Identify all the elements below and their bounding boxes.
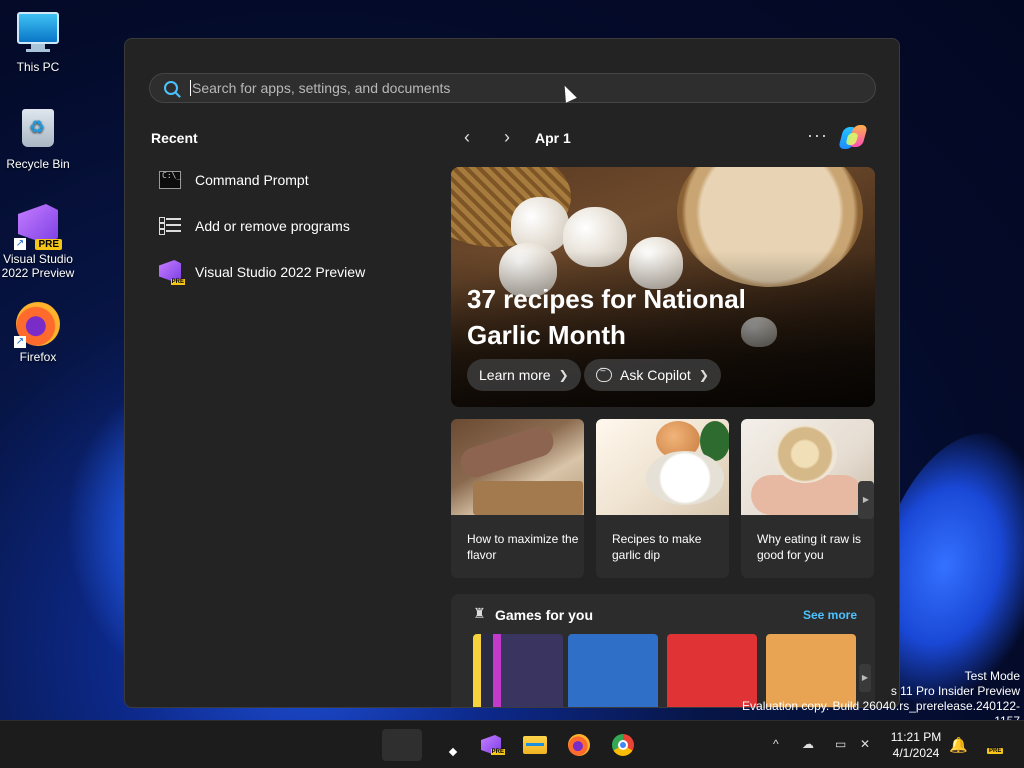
desktop-icon-label: Recycle Bin — [6, 157, 70, 171]
shortcut-arrow-icon: ↗ — [14, 238, 26, 250]
article-image — [451, 419, 584, 515]
previous-day-button[interactable]: ‹ — [457, 127, 477, 148]
watermark-line: Test Mode — [964, 669, 1020, 683]
show-hidden-icons-button[interactable]: ^ — [773, 737, 779, 751]
hero-card[interactable]: 37 recipes for National Garlic Month Lea… — [451, 167, 875, 407]
learn-more-button[interactable]: Learn more ❯ — [467, 359, 581, 391]
desktop-icon-firefox[interactable]: ↗ Firefox — [0, 302, 76, 364]
taskbar: PRE ^ ☁ ▭ ✕ 11:21 PM 4/1/2024 🔔 PRE — [0, 720, 1024, 768]
watermark-line: s 11 Pro Insider Preview — [890, 684, 1020, 698]
game-pieces-icon: ♜ — [473, 605, 486, 621]
article-image — [596, 419, 729, 515]
recycle-bin-icon — [16, 109, 60, 153]
recent-item-command-prompt[interactable]: C:\_ Command Prompt — [159, 164, 309, 196]
article-image — [741, 419, 874, 515]
search-input[interactable]: Search for apps, settings, and documents — [149, 73, 876, 103]
list-settings-icon — [159, 214, 183, 238]
desktop-icon-recycle-bin[interactable]: Recycle Bin — [0, 106, 76, 171]
notification-bell-icon[interactable]: 🔔 — [949, 736, 968, 754]
article-caption: Recipes to make garlic dip — [612, 532, 702, 562]
desktop-icon-this-pc[interactable]: This PC — [0, 10, 76, 74]
visual-studio-icon: PRE ↗ — [14, 204, 62, 250]
text-caret — [190, 80, 191, 96]
article-caption: Why eating it raw is good for you — [757, 532, 862, 562]
more-options-button[interactable]: ··· — [807, 125, 828, 146]
chat-bubble-icon — [596, 365, 612, 382]
clock-date: 4/1/2024 — [892, 746, 940, 760]
recent-title: Recent — [151, 130, 198, 146]
article-card[interactable]: Why eating it raw is good for you — [741, 419, 874, 578]
desktop-icon-label: Firefox — [19, 350, 57, 364]
firefox-icon: ↗ — [14, 302, 60, 348]
see-more-link[interactable]: See more — [803, 608, 857, 622]
recent-item-add-remove-programs[interactable]: Add or remove programs — [159, 210, 350, 242]
visual-studio-icon: PRE — [159, 260, 185, 285]
start-button[interactable] — [382, 729, 422, 761]
hero-headline: 37 recipes for National Garlic Month — [467, 284, 746, 350]
recent-item-visual-studio[interactable]: PRE Visual Studio 2022 Preview — [159, 256, 365, 288]
ask-copilot-button[interactable]: Ask Copilot❯ — [584, 359, 721, 391]
pre-badge: PRE — [35, 239, 62, 250]
cloud-offline-icon[interactable]: ☁ — [802, 737, 814, 751]
games-title: Games for you — [495, 607, 594, 623]
game-tile[interactable] — [568, 634, 658, 707]
taskbar-firefox[interactable] — [559, 729, 599, 761]
taskbar-chrome[interactable] — [603, 729, 643, 761]
desktop-icon-label: Visual Studio 2022 Preview — [1, 252, 75, 280]
pre-badge: PRE — [987, 748, 1004, 754]
copilot-icon[interactable] — [838, 123, 869, 151]
cursor-marker-icon — [448, 747, 458, 757]
cards-scroll-right-button[interactable]: ▶ — [858, 481, 874, 519]
clock-time: 11:21 PM — [890, 730, 942, 744]
shortcut-arrow-icon: ↗ — [14, 336, 26, 348]
recent-item-label: Visual Studio 2022 Preview — [195, 264, 366, 280]
recent-item-label: Command Prompt — [195, 172, 309, 188]
search-icon — [164, 81, 178, 95]
desktop-icon-visual-studio[interactable]: PRE ↗ Visual Studio 2022 Preview — [0, 204, 76, 280]
article-caption: How to maximize the flavor — [467, 532, 579, 562]
clock[interactable]: 11:21 PM 4/1/2024 — [884, 729, 948, 761]
chevron-right-icon: ❯ — [698, 368, 709, 382]
game-tile[interactable] — [473, 634, 563, 707]
firefox-icon — [568, 734, 590, 756]
volume-muted-icon[interactable]: ✕ — [860, 737, 870, 751]
network-icon[interactable]: ▭ — [835, 737, 846, 751]
chrome-icon — [612, 734, 634, 756]
command-prompt-icon: C:\_ — [159, 168, 183, 192]
taskbar-file-explorer[interactable] — [515, 729, 555, 761]
recent-item-label: Add or remove programs — [195, 218, 350, 234]
this-pc-icon — [16, 12, 60, 56]
start-menu: Search for apps, settings, and documents… — [124, 38, 900, 708]
search-placeholder: Search for apps, settings, and documents — [192, 80, 451, 96]
article-card[interactable]: Recipes to make garlic dip — [596, 419, 729, 578]
taskbar-visual-studio[interactable]: PRE — [471, 729, 511, 761]
feed-date: Apr 1 — [535, 130, 571, 146]
chevron-right-icon: ❯ — [558, 368, 569, 382]
next-day-button[interactable]: › — [497, 127, 517, 148]
article-card[interactable]: How to maximize the flavor — [451, 419, 584, 578]
desktop-icon-label: This PC — [16, 60, 60, 74]
folder-icon — [523, 736, 547, 754]
